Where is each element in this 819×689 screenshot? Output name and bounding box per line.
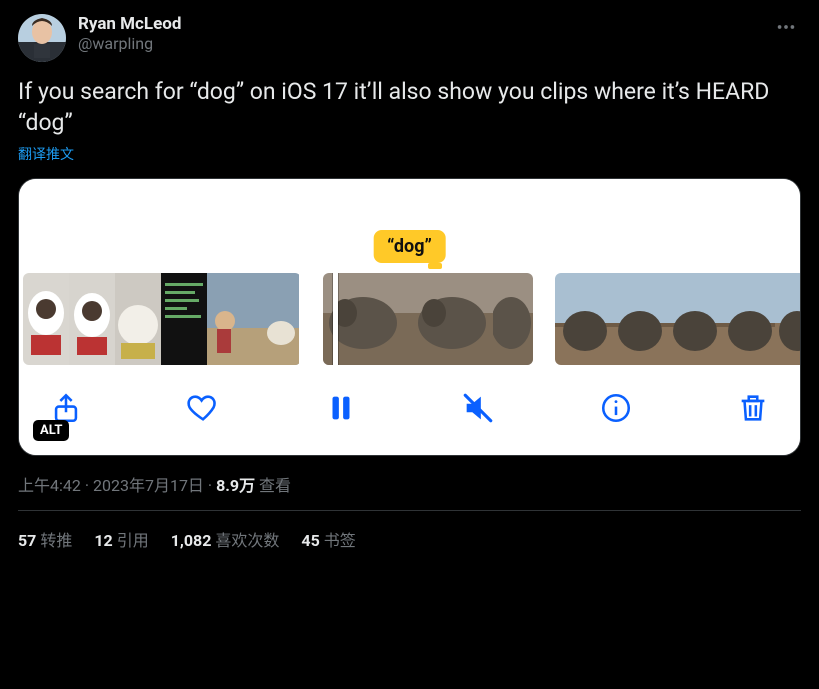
search-term-bubble: “dog” [373, 230, 446, 263]
tweet-body: If you search for “dog” on iOS 17 it’ll … [18, 76, 801, 138]
clip-thumbnail[interactable] [555, 273, 801, 365]
tweet-meta: 上午4:42 · 2023年7月17日 · 8.9万 查看 [18, 472, 801, 496]
info-icon[interactable] [597, 389, 635, 427]
tweet-date[interactable]: 2023年7月17日 [93, 476, 204, 495]
heart-icon[interactable] [184, 389, 222, 427]
tweet-container: Ryan McLeod @warpling If you search for … [0, 0, 819, 551]
author-handle[interactable]: @warpling [78, 34, 181, 54]
clip-thumbnail[interactable] [23, 273, 301, 365]
alt-badge[interactable]: ALT [33, 420, 69, 441]
tweet-header: Ryan McLeod @warpling [18, 14, 801, 62]
media-attachment[interactable]: “dog” [18, 178, 801, 456]
playhead-indicator[interactable] [333, 273, 338, 365]
views-count[interactable]: 8.9万 [216, 476, 255, 495]
more-icon[interactable] [771, 14, 801, 44]
tweet-time[interactable]: 上午4:42 [18, 476, 81, 495]
author-display-name[interactable]: Ryan McLeod [78, 14, 181, 34]
trash-icon[interactable] [734, 389, 772, 427]
tweet-stats: 57转推 12引用 1,082喜欢次数 45书签 [18, 511, 801, 551]
avatar[interactable] [18, 14, 66, 62]
video-filmstrip[interactable] [19, 269, 800, 369]
views-label: 查看 [255, 476, 291, 495]
translate-link[interactable]: 翻译推文 [18, 144, 801, 164]
bookmarks-stat[interactable]: 45书签 [301, 527, 355, 551]
retweets-stat[interactable]: 57转推 [18, 527, 72, 551]
clip-thumbnail[interactable] [323, 273, 533, 365]
likes-stat[interactable]: 1,082喜欢次数 [171, 527, 280, 551]
quotes-stat[interactable]: 12引用 [94, 527, 148, 551]
media-toolbar [19, 369, 800, 455]
pause-icon[interactable] [322, 389, 360, 427]
mute-icon[interactable] [459, 389, 497, 427]
